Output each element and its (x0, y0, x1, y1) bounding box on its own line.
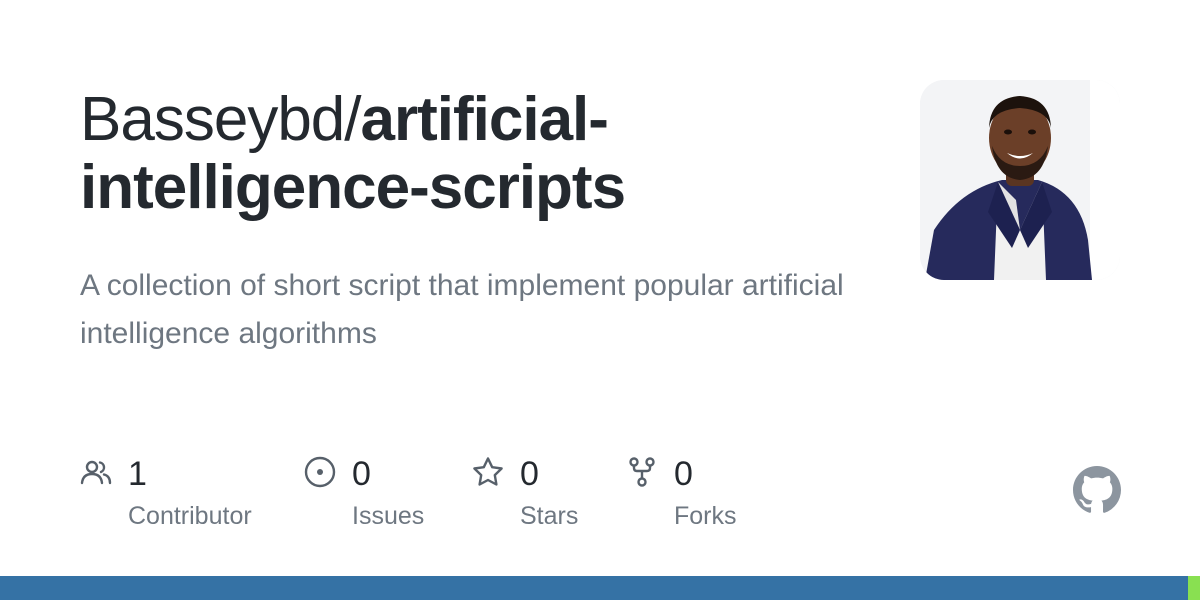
issue-opened-icon (304, 456, 336, 488)
repo-social-card: Basseybd/artificial-intelligence-scripts… (0, 0, 1200, 600)
issues-count: 0 (352, 455, 371, 493)
repo-owner[interactable]: Basseybd/ (80, 85, 362, 154)
people-icon (80, 460, 112, 485)
language-bar (0, 576, 1200, 600)
forks-label: Forks (674, 502, 737, 530)
forks-stat[interactable]: 0 Forks (626, 452, 766, 542)
github-mark-icon[interactable] (1073, 466, 1121, 514)
star-icon (473, 457, 503, 486)
issues-label: Issues (352, 502, 425, 530)
repo-description: A collection of short script that implem… (80, 269, 844, 350)
stars-count: 0 (520, 455, 539, 493)
language-bar-segment (1188, 576, 1200, 600)
language-bar-segment (0, 576, 1188, 600)
contributors-count: 1 (128, 455, 147, 493)
avatar-photo (920, 80, 1120, 280)
forks-count: 0 (674, 455, 693, 493)
contributors-label: Contributor (128, 502, 252, 530)
stars-stat[interactable]: 0 Stars (472, 452, 612, 542)
issues-stat[interactable]: 0 Issues (304, 452, 454, 542)
owner-avatar[interactable] (920, 80, 1120, 280)
repo-title: Basseybd/artificial-intelligence-scripts (80, 86, 840, 222)
repo-forked-icon (629, 457, 655, 487)
stars-label: Stars (520, 502, 579, 530)
contributors-stat[interactable]: 1 Contributor (80, 452, 280, 542)
